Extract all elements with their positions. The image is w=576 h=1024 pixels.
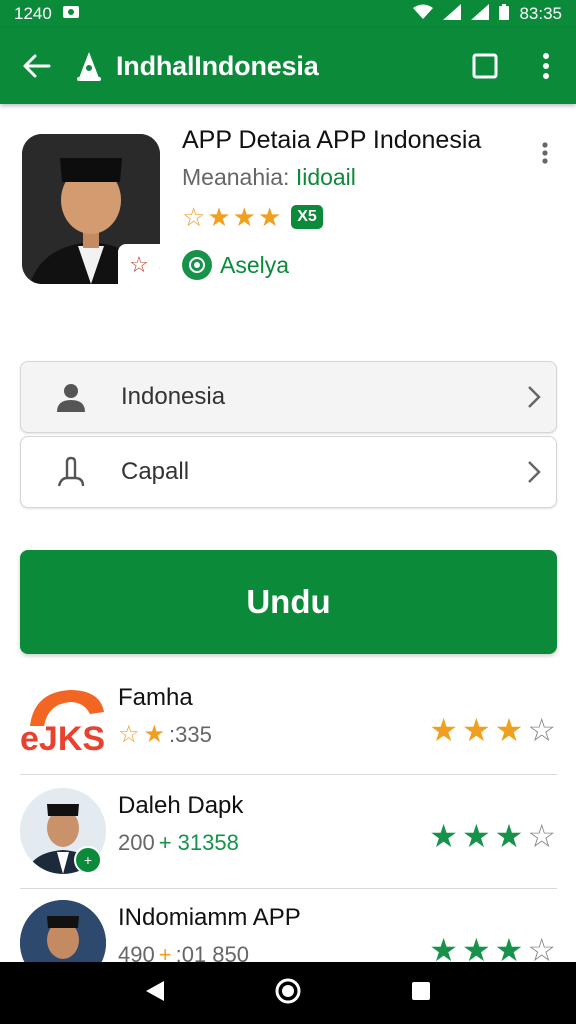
favorite-star-icon: ☆ <box>118 244 160 286</box>
star-icon: ★ <box>429 712 458 748</box>
chevron-right-icon <box>512 460 556 484</box>
back-button[interactable] <box>0 28 74 104</box>
star-icon: ★ <box>494 712 524 748</box>
list-item-rating: ★ ★ ★ ☆ <box>429 934 556 962</box>
star-icon: ★ <box>461 932 491 962</box>
row-label: Indonesia <box>121 383 226 410</box>
touch-icon <box>21 456 121 488</box>
more-vert-icon <box>543 53 549 79</box>
list-item-rating: ★ ★ ★ ☆ <box>429 714 556 746</box>
verified-label: Aselya <box>220 251 290 278</box>
divider <box>20 774 557 775</box>
star-icon: + <box>158 942 172 962</box>
header-more-button[interactable] <box>530 138 560 168</box>
nav-recents-icon <box>412 981 430 1000</box>
verified-icon <box>182 250 212 280</box>
signal-icon <box>443 3 462 25</box>
nav-back-icon <box>146 980 164 1001</box>
subtitle-prefix: Meanahia: <box>182 164 290 190</box>
list-item-meta-text: :335 <box>169 722 212 747</box>
star-icon: ★ <box>143 721 166 748</box>
list-item-meta-accent: :01 850 <box>175 942 249 962</box>
status-time: 1240 <box>14 4 52 23</box>
list-item[interactable]: INdomiamm APP 490 + :01 850 ★ ★ ★ ☆ <box>0 896 576 962</box>
list-item-meta: 200 + 31358 <box>118 830 239 856</box>
star-icon: ★ <box>461 818 491 854</box>
list-item[interactable]: eJKS Famha ☆ ★ :335 ★ ★ ★ ☆ <box>0 670 576 782</box>
star-outline-icon: ☆ <box>118 721 140 748</box>
star-icon: ★ <box>494 932 524 962</box>
star-icon: ★ <box>207 202 231 232</box>
app-title: APP Detaia APP Indonesia <box>182 126 482 154</box>
row-capall[interactable]: Capall <box>20 436 557 508</box>
list-item-meta-accent: + 31358 <box>158 830 239 855</box>
star-icon: ★ <box>257 202 282 232</box>
app-bar-title: IndhalIndonesia <box>116 50 319 81</box>
star-icon: ★ <box>461 712 491 748</box>
nav-home-icon <box>275 978 301 1003</box>
list-item-name: INdomiamm APP <box>118 904 301 931</box>
star-outline-icon: ☆ <box>527 932 556 962</box>
nav-home-button[interactable] <box>274 977 302 1010</box>
app-logo-icon <box>74 49 104 83</box>
list-item-name: Daleh Dapk <box>118 792 244 819</box>
verified-tag: Aselya <box>182 250 289 280</box>
more-vert-icon <box>542 142 548 164</box>
more-options-button[interactable] <box>516 28 576 104</box>
photo-notification-icon <box>62 4 80 25</box>
star-outline-icon: ☆ <box>527 818 556 854</box>
star-icon: ★ <box>494 818 524 854</box>
list-item-meta: 490 + :01 850 <box>118 942 249 962</box>
list-item-rating: ★ ★ ★ ☆ <box>429 820 556 852</box>
row-label: Capall <box>121 458 190 485</box>
window-button[interactable] <box>454 28 516 104</box>
status-clock: 83:35 <box>519 4 562 23</box>
app-bar: IndhalIndonesia <box>0 28 576 104</box>
list-item-name: Famha <box>118 684 193 711</box>
row-indonesia[interactable]: Indonesia <box>20 361 557 433</box>
rating-badge: X5 <box>291 205 323 229</box>
back-arrow-icon <box>23 54 51 78</box>
divider <box>20 888 557 889</box>
square-icon <box>472 53 498 79</box>
add-badge-icon: + <box>74 846 102 874</box>
subtitle-value: Iidoail <box>295 164 356 190</box>
star-outline-icon: ☆ <box>527 712 556 748</box>
list-item[interactable]: + Daleh Dapk 200 + 31358 ★ ★ ★ ☆ <box>0 784 576 896</box>
star-icon: ★ <box>429 932 458 962</box>
star-icon: ★ <box>232 202 256 232</box>
app-rating: ☆ ★ ★ ★ X5 <box>182 204 323 230</box>
nav-back-button[interactable] <box>144 979 166 1008</box>
signal-icon-2 <box>471 3 490 25</box>
chevron-right-icon <box>512 385 556 409</box>
star-half-icon: ☆ <box>182 202 206 232</box>
list-logo-avatar: eJKS <box>20 682 106 754</box>
system-nav-bar <box>0 962 576 1024</box>
person-icon <box>21 382 121 412</box>
app-header: ☆ APP Detaia APP Indonesia Meanahia: Iid… <box>0 104 576 344</box>
list-item-meta: ☆ ★ :335 <box>118 722 212 748</box>
wifi-icon <box>413 4 434 25</box>
app-subtitle: Meanahia: Iidoail <box>182 164 356 191</box>
svg-text:eJKS: eJKS <box>20 720 105 754</box>
install-button[interactable]: Undu <box>20 550 557 654</box>
status-bar: 1240 83:35 <box>0 0 576 28</box>
list-item-meta-text: 200 <box>118 830 155 855</box>
list-person-avatar <box>20 900 106 962</box>
battery-icon <box>499 3 510 25</box>
nav-recents-button[interactable] <box>410 980 432 1007</box>
list-item-meta-text: 490 <box>118 942 155 962</box>
star-icon: ★ <box>429 818 458 854</box>
